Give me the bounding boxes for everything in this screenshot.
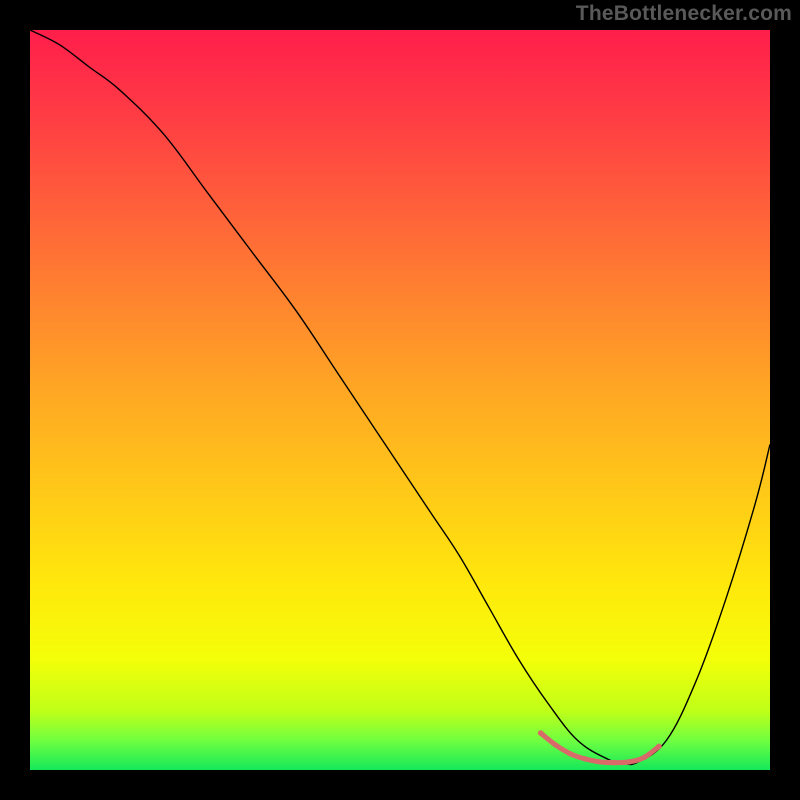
series-valley-highlight-point <box>553 742 559 748</box>
series-valley-highlight-point <box>582 756 588 762</box>
series-valley-highlight-point <box>641 755 647 761</box>
gradient-background <box>30 30 770 770</box>
chart-root: TheBottlenecker.com <box>0 0 800 800</box>
watermark-text: TheBottlenecker.com <box>576 2 792 26</box>
series-valley-highlight-point <box>656 744 662 750</box>
series-valley-highlight-point <box>567 751 573 757</box>
plot-area <box>30 30 770 770</box>
series-valley-highlight-point <box>627 759 633 765</box>
series-valley-highlight-point <box>597 759 603 765</box>
chart-svg <box>30 30 770 770</box>
series-valley-highlight-point <box>538 730 544 736</box>
series-valley-highlight-point <box>612 760 618 766</box>
